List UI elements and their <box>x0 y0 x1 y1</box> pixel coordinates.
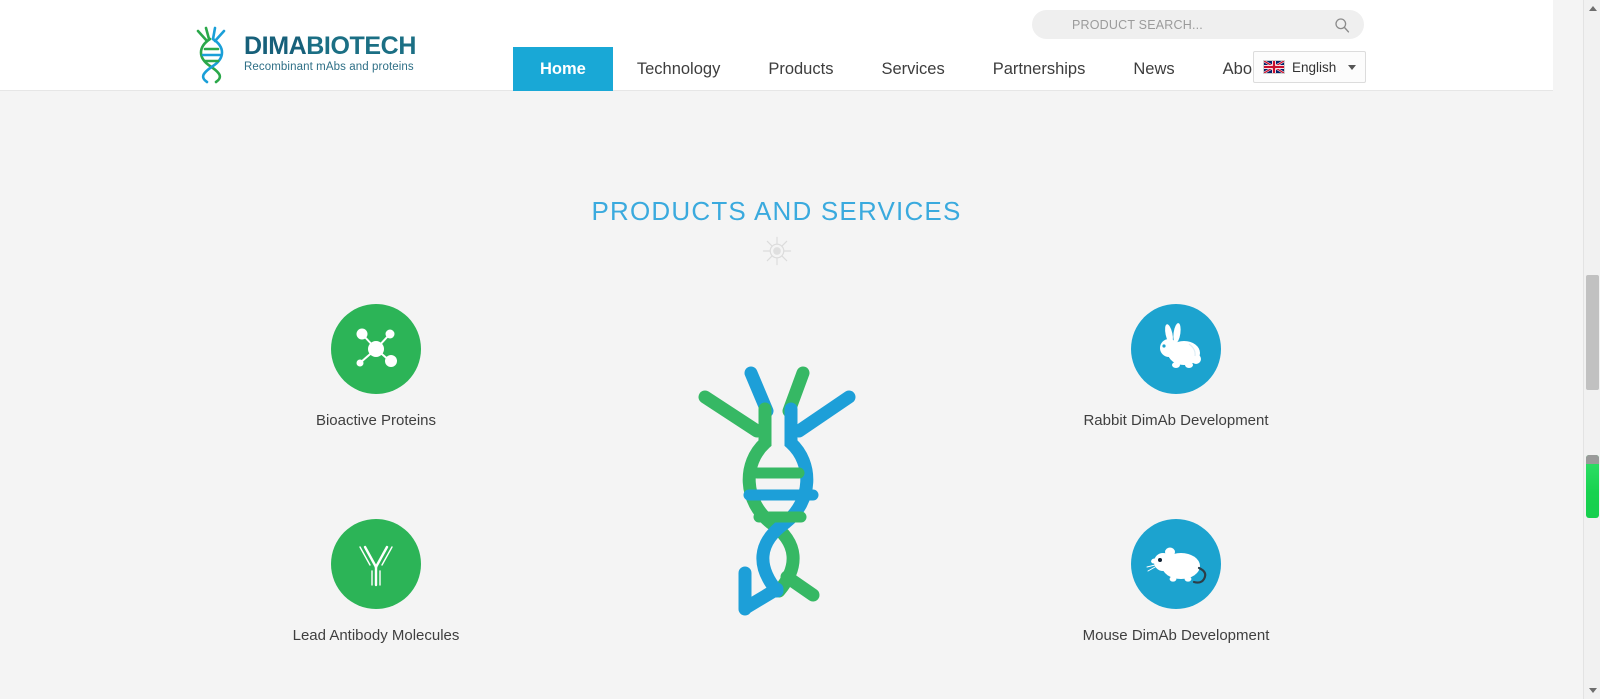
mouse-icon <box>1146 547 1207 584</box>
virus-particle-icon <box>762 236 791 266</box>
chevron-down-icon <box>1348 64 1356 70</box>
nav-item-services[interactable]: Services <box>857 47 968 91</box>
nav-item-news[interactable]: News <box>1109 47 1198 91</box>
product-bioactive-proteins[interactable]: Bioactive Proteins <box>256 304 496 429</box>
nav-item-products[interactable]: Products <box>744 47 857 91</box>
page-content: DIMABIOTECH Recombinant mAbs and protein… <box>0 0 1553 699</box>
molecule-icon <box>356 328 397 367</box>
language-selector[interactable]: English <box>1253 51 1366 83</box>
nav-item-technology[interactable]: Technology <box>613 47 744 91</box>
product-icon-circle <box>1131 519 1221 609</box>
logo-tagline: Recombinant mAbs and proteins <box>244 61 414 74</box>
browser-viewport: DIMABIOTECH Recombinant mAbs and protein… <box>0 0 1600 699</box>
nav-item-home[interactable]: Home <box>513 47 613 91</box>
search-icon[interactable] <box>1334 17 1350 33</box>
product-label: Lead Antibody Molecules <box>292 627 460 644</box>
product-icon-circle <box>331 519 421 609</box>
product-lead-antibody-molecules[interactable]: Lead Antibody Molecules <box>256 519 496 644</box>
nav-item-partnerships[interactable]: Partnerships <box>969 47 1110 91</box>
dna-double-helix-icon <box>698 366 855 616</box>
antibody-icon <box>359 545 393 587</box>
site-logo[interactable]: DIMABIOTECH Recombinant mAbs and protein… <box>188 22 416 84</box>
logo-title: DIMABIOTECH <box>244 31 416 60</box>
logo-text: DIMABIOTECH Recombinant mAbs and protein… <box>244 33 416 73</box>
product-icon-circle <box>1131 304 1221 394</box>
section-title: PRODUCTS AND SERVICES <box>591 196 962 226</box>
scroll-up-arrow-icon[interactable] <box>1584 0 1600 17</box>
product-rabbit-dimab-development[interactable]: Rabbit DimAb Development <box>1056 304 1296 429</box>
product-mouse-dimab-development[interactable]: Mouse DimAb Development <box>1056 519 1296 644</box>
scrollbar-position-marker[interactable] <box>1586 455 1599 518</box>
main-content: PRODUCTS AND SERVICES Bioactive Proteins… <box>0 91 1553 699</box>
rabbit-icon <box>1160 323 1201 368</box>
page-scrollbar[interactable] <box>1583 0 1600 699</box>
uk-flag-icon <box>1263 60 1285 74</box>
product-label: Bioactive Proteins <box>315 412 437 429</box>
scroll-down-arrow-icon[interactable] <box>1584 682 1600 699</box>
scrollbar-thumb[interactable] <box>1586 275 1599 390</box>
site-header: DIMABIOTECH Recombinant mAbs and protein… <box>0 0 1553 91</box>
language-label: English <box>1292 59 1337 75</box>
product-search-box[interactable] <box>1032 10 1364 39</box>
main-navigation: Home Technology Products Services Partne… <box>513 47 1290 91</box>
product-label: Mouse DimAb Development <box>1082 627 1270 644</box>
dna-helix-logo-icon <box>196 26 226 84</box>
product-label: Rabbit DimAb Development <box>1083 412 1269 429</box>
search-input[interactable] <box>1032 17 1364 32</box>
product-icon-circle <box>331 304 421 394</box>
